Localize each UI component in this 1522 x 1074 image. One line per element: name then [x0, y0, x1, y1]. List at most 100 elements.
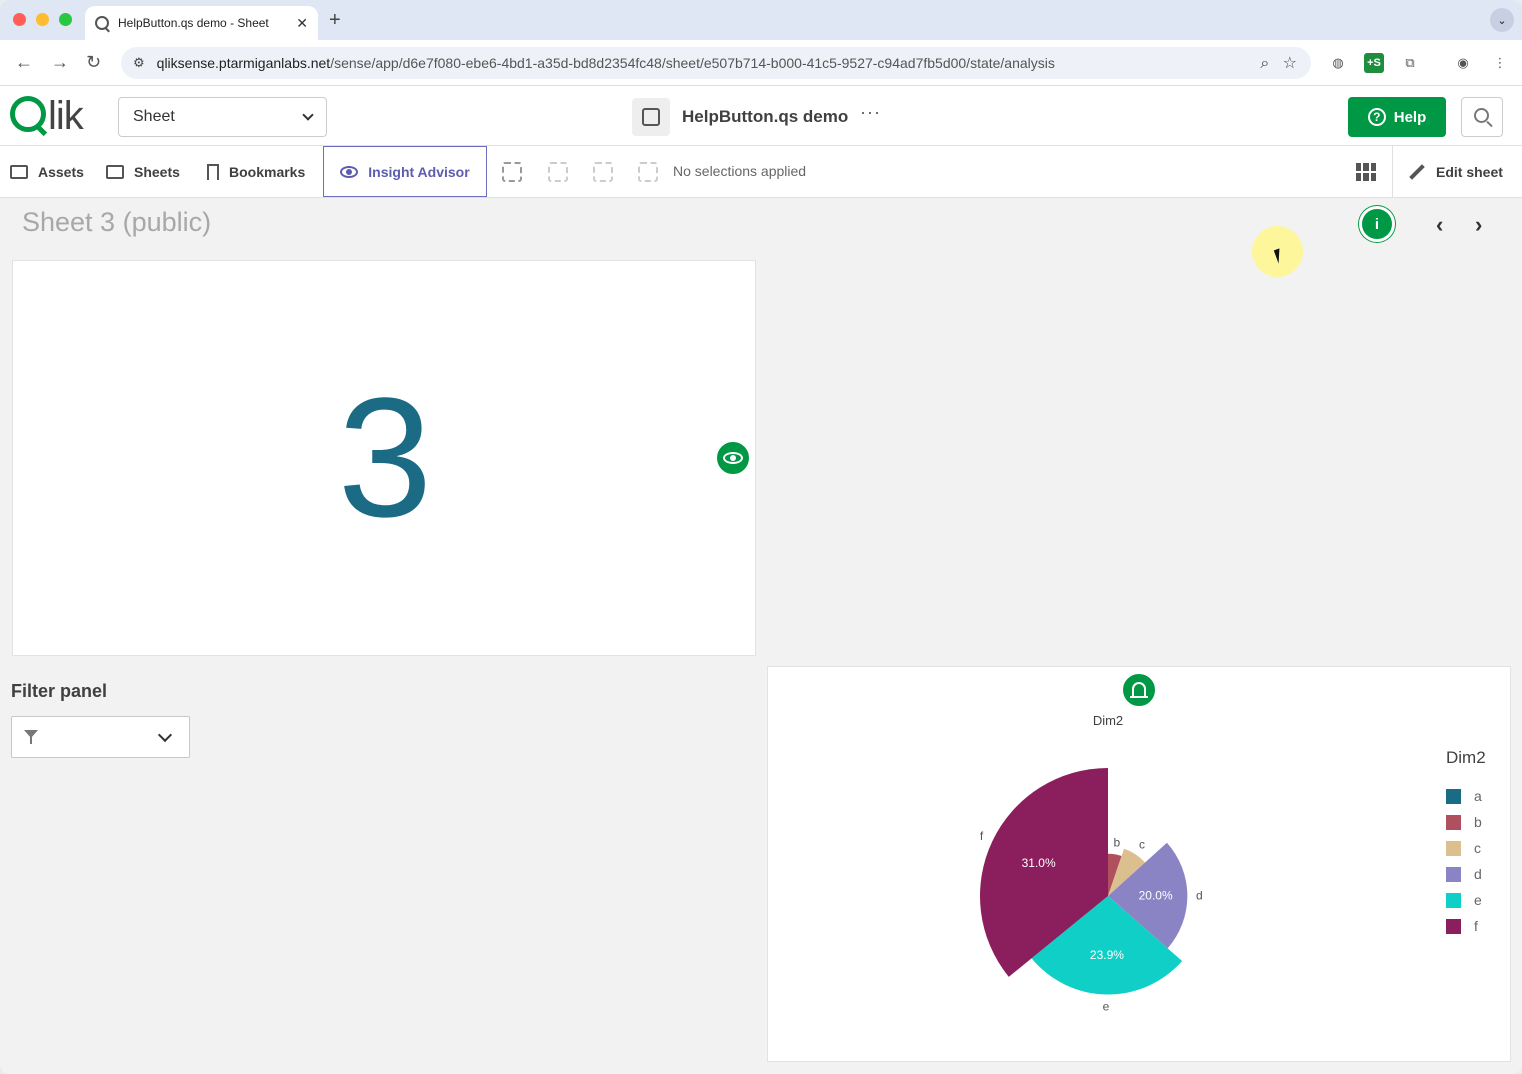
edit-sheet-button[interactable]: Edit sheet	[1408, 146, 1503, 198]
legend-item-d[interactable]: d	[1446, 861, 1482, 887]
qlik-logo-text: lik	[48, 94, 84, 138]
extension-sheets-icon[interactable]: +S	[1364, 53, 1384, 73]
app-thumbnail-icon	[642, 108, 660, 126]
app-icon[interactable]	[632, 98, 670, 136]
close-window-button[interactable]	[13, 13, 26, 26]
chevron-down-icon	[302, 109, 314, 121]
back-arrow-icon[interactable]: ←	[15, 52, 33, 73]
legend-label: e	[1474, 892, 1482, 908]
search-button[interactable]	[1461, 97, 1503, 137]
profile-icon[interactable]: ◉	[1453, 53, 1473, 73]
mode-select-dropdown[interactable]: Sheet	[118, 97, 327, 137]
pie-category-label-c: c	[1139, 837, 1145, 851]
filter-panel-title: Filter panel	[11, 681, 108, 701]
legend-swatch	[1446, 892, 1461, 908]
bookmarks-button[interactable]: Bookmarks	[207, 146, 305, 198]
pencil-icon	[1409, 164, 1425, 180]
pie-help-bell-button[interactable]	[1121, 672, 1157, 708]
url-host: qliksense.ptarmiganlabs.net	[156, 55, 331, 71]
sheets-icon	[106, 165, 124, 179]
site-info-icon[interactable]: ⚙	[133, 55, 145, 71]
address-bar[interactable]: ⚙ qliksense.ptarmiganlabs.net/sense/app/…	[121, 47, 1311, 79]
browser-menu-icon[interactable]: ⋮	[1490, 53, 1510, 73]
assets-button[interactable]: Assets	[10, 146, 84, 198]
mode-select-value: Sheet	[133, 108, 175, 125]
chevron-down-icon	[157, 727, 173, 743]
qlik-favicon-icon	[95, 16, 109, 30]
legend-label: b	[1474, 814, 1482, 830]
help-question-icon: ?	[1367, 108, 1386, 126]
bell-icon	[1130, 682, 1148, 698]
legend-item-e[interactable]: e	[1446, 887, 1482, 913]
sheet-title: Sheet 3 (public)	[22, 207, 212, 237]
url-text: qliksense.ptarmiganlabs.net/sense/app/d6…	[157, 55, 1055, 71]
qlik-logo-q-icon	[10, 96, 46, 132]
tab-search-chevron-icon[interactable]: ⌄	[1490, 8, 1514, 32]
step-back-icon	[548, 162, 568, 182]
previous-sheet-icon[interactable]: ‹	[1436, 212, 1443, 238]
legend-swatch	[1446, 840, 1461, 856]
pie-legend: abcdef	[1446, 783, 1482, 939]
zoom-icon[interactable]: ⌕	[1260, 55, 1269, 72]
browser-tab-active[interactable]: HelpButton.qs demo - Sheet ✕	[85, 6, 318, 40]
bookmarks-label: Bookmarks	[229, 164, 306, 180]
legend-label: a	[1474, 788, 1482, 804]
kpi-value: 3	[337, 363, 433, 553]
legend-swatch	[1446, 788, 1461, 804]
legend-swatch	[1446, 918, 1461, 934]
legend-swatch	[1446, 814, 1461, 830]
bookmark-star-icon[interactable]: ☆	[1283, 55, 1297, 72]
kpi-card[interactable]: 3	[12, 260, 756, 656]
clear-selections-icon	[638, 162, 658, 182]
pie-category-label-d: d	[1196, 888, 1203, 902]
pie-data-label-f: 31.0%	[1022, 856, 1056, 870]
browser-window: HelpButton.qs demo - Sheet ✕ + ⌄ ← → ↻ ⚙…	[0, 0, 1522, 1074]
legend-label: c	[1474, 840, 1481, 856]
help-button-label: Help	[1393, 108, 1427, 126]
forward-arrow-icon[interactable]: →	[51, 52, 69, 73]
filter-panel-dropdown[interactable]	[11, 716, 190, 758]
reload-icon[interactable]: ↻	[86, 52, 101, 73]
eye-icon	[723, 452, 743, 464]
close-tab-icon[interactable]: ✕	[296, 15, 308, 32]
url-path: /sense/app/d6e7f080-ebe6-4bd1-a35d-bd8d2…	[330, 55, 1055, 71]
assets-label: Assets	[38, 164, 84, 180]
legend-item-a[interactable]: a	[1446, 783, 1482, 809]
sheet-info-icon[interactable]: i	[1359, 206, 1395, 242]
minimize-window-button[interactable]	[36, 13, 49, 26]
help-button[interactable]: ? Help	[1348, 97, 1446, 137]
extensions-puzzle-icon[interactable]: ⧉	[1400, 53, 1420, 73]
extension-globe-icon[interactable]: ◍	[1328, 53, 1348, 73]
smart-search-icon[interactable]	[502, 162, 522, 182]
legend-item-c[interactable]: c	[1446, 835, 1482, 861]
legend-label: d	[1474, 866, 1482, 882]
toolbar-divider	[1392, 146, 1393, 198]
sheets-button[interactable]: Sheets	[106, 146, 180, 198]
pie-category-label-b: b	[1113, 835, 1120, 849]
legend-label: f	[1474, 918, 1478, 934]
legend-title: Dim2	[1446, 748, 1486, 767]
qlik-header: lik Sheet HelpButton.qs demo ··· ? Help	[0, 86, 1522, 146]
step-forward-icon	[593, 162, 613, 182]
new-tab-icon[interactable]: +	[329, 9, 341, 32]
pie-data-label-e: 23.9%	[1090, 948, 1124, 962]
app-more-menu-icon[interactable]: ···	[860, 102, 881, 123]
tab-bar: HelpButton.qs demo - Sheet ✕ + ⌄	[0, 0, 1522, 40]
filter-funnel-icon	[24, 730, 38, 744]
bookmark-icon	[207, 164, 219, 180]
app-title: HelpButton.qs demo	[682, 107, 849, 126]
sheets-label: Sheets	[134, 164, 180, 180]
legend-item-b[interactable]: b	[1446, 809, 1482, 835]
next-sheet-icon[interactable]: ›	[1475, 212, 1482, 238]
pie-data-label-d: 20.0%	[1139, 889, 1173, 903]
pie-category-label-e: e	[1103, 1000, 1110, 1014]
insight-advisor-button[interactable]: Insight Advisor	[323, 146, 487, 197]
maximize-window-button[interactable]	[59, 13, 72, 26]
sheet-toolbar: Assets Sheets Bookmarks Insight Advisor …	[0, 146, 1522, 198]
qlik-logo[interactable]: lik	[10, 94, 84, 139]
browser-toolbar: ← → ↻ ⚙ qliksense.ptarmiganlabs.net/sens…	[0, 40, 1522, 86]
assets-panel-icon	[10, 165, 28, 179]
grid-view-icon[interactable]	[1356, 163, 1376, 181]
kpi-help-eye-button[interactable]	[715, 440, 751, 476]
legend-item-f[interactable]: f	[1446, 913, 1482, 939]
